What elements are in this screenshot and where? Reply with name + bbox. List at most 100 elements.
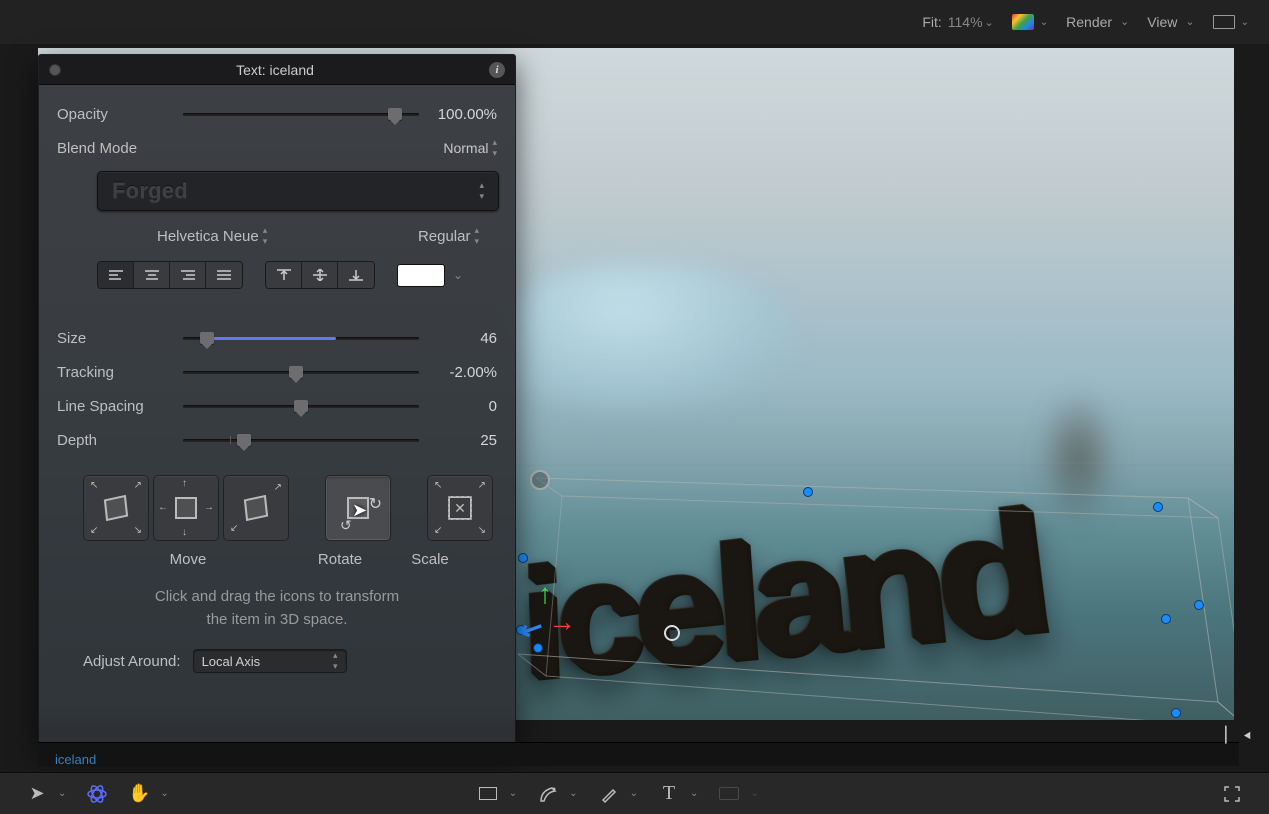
pen-tool[interactable] xyxy=(535,781,561,807)
text-color-swatch[interactable] xyxy=(397,264,445,287)
rectangle-tool-menu[interactable]: ⌄ xyxy=(509,788,517,799)
arrow-tool-menu[interactable]: ⌄ xyxy=(58,788,66,799)
move-label: Move xyxy=(83,551,293,568)
stepper-icon: ▴▾ xyxy=(479,180,484,202)
valign-middle-icon xyxy=(312,269,328,281)
blend-label: Blend Mode xyxy=(57,140,183,157)
align-left-button[interactable] xyxy=(98,262,134,288)
hand-tool-menu[interactable]: ⌄ xyxy=(160,788,168,799)
mask-tool-menu-disabled: ⌄ xyxy=(750,788,758,799)
background-iceberg xyxy=(508,263,798,413)
cursor-icon: ➤ xyxy=(352,500,367,521)
background-rock xyxy=(1038,388,1118,528)
corner-handle[interactable] xyxy=(530,470,550,490)
opacity-row: Opacity 100.00% xyxy=(57,97,497,131)
edge-handle[interactable] xyxy=(1194,600,1204,610)
move-xy-icon xyxy=(104,495,128,521)
fullscreen-button[interactable] xyxy=(1219,781,1245,807)
depth-row: Depth 25 xyxy=(57,423,497,457)
brush-icon xyxy=(599,784,619,804)
text-tool-menu[interactable]: ⌄ xyxy=(690,788,698,799)
font-weight: Regular xyxy=(418,228,471,245)
scale-label: Scale xyxy=(387,551,473,568)
valign-bottom-icon xyxy=(348,269,364,281)
move-xy-button[interactable]: ↖↗ ↙↘ xyxy=(83,475,149,541)
move-xyz-button[interactable]: ↑ ←→ ↓ xyxy=(153,475,219,541)
horizontal-align-group xyxy=(97,261,243,289)
rotate-label: Rotate xyxy=(293,551,387,568)
align-right-icon xyxy=(180,269,196,281)
move-xyz-icon xyxy=(175,497,197,519)
close-button[interactable] xyxy=(49,64,61,76)
brush-tool-menu[interactable]: ⌄ xyxy=(630,788,638,799)
hud-titlebar[interactable]: Text: iceland i xyxy=(39,55,515,85)
arrow-tool[interactable]: ➤ xyxy=(24,781,50,807)
text-tool[interactable]: T xyxy=(656,781,682,807)
adjust-around-select[interactable]: Local Axis ▴▾ xyxy=(193,649,347,673)
info-icon[interactable]: i xyxy=(489,62,505,78)
hud-title: Text: iceland xyxy=(61,62,489,78)
font-name: Helvetica Neue xyxy=(157,228,259,245)
color-channel-button[interactable]: ⌄ xyxy=(1012,14,1048,30)
size-label: Size xyxy=(57,330,183,347)
color-disclosure-icon[interactable]: ⌄ xyxy=(453,268,463,282)
blend-mode-row: Blend Mode Normal ▴▾ xyxy=(57,131,497,165)
rectangle-tool[interactable] xyxy=(475,781,501,807)
brush-tool[interactable] xyxy=(596,781,622,807)
opacity-slider[interactable] xyxy=(183,104,419,124)
edge-handle[interactable] xyxy=(803,487,813,497)
edge-handle[interactable] xyxy=(1161,614,1171,624)
size-slider[interactable] xyxy=(183,328,419,348)
hand-tool[interactable]: ✋ xyxy=(126,781,152,807)
fit-zoom-control[interactable]: Fit: 114% xyxy=(922,14,993,30)
align-center-button[interactable] xyxy=(134,262,170,288)
pen-icon xyxy=(538,784,558,804)
scale-icon: ✕ xyxy=(448,496,472,520)
line-spacing-row: Line Spacing 0 xyxy=(57,389,497,423)
tracking-slider[interactable] xyxy=(183,362,419,382)
line-spacing-slider[interactable] xyxy=(183,396,419,416)
adjust-around-label: Adjust Around: xyxy=(83,653,181,670)
font-weight-select[interactable]: Regular ▴▾ xyxy=(418,225,479,247)
size-row: Size 46 xyxy=(57,321,497,355)
pen-tool-menu[interactable]: ⌄ xyxy=(569,788,577,799)
timeline-clip-name[interactable]: iceland xyxy=(55,752,96,767)
rotate-button[interactable]: ↻ ↺ ➤ xyxy=(325,475,391,541)
scale-button[interactable]: ✕ ↖↗ ↙↘ xyxy=(427,475,493,541)
view-layout-button[interactable]: ⌄ xyxy=(1213,15,1249,29)
rectangle-icon xyxy=(479,787,497,800)
text-3d-object[interactable]: iceland iceland xyxy=(517,472,1047,711)
line-spacing-label: Line Spacing xyxy=(57,398,183,415)
tracking-value: -2.00% xyxy=(419,364,497,381)
depth-slider[interactable] xyxy=(183,430,419,450)
bottom-toolbar: ➤ ⌄ ✋ ⌄ ⌄ ⌄ ⌄ T ⌄ ⌄ xyxy=(0,772,1269,814)
mask-tool-disabled xyxy=(716,781,742,807)
align-right-button[interactable] xyxy=(170,262,206,288)
viewer-toolbar: Fit: 114% ⌄ Render View ⌄ xyxy=(0,0,1269,44)
depth-value: 25 xyxy=(419,432,497,449)
align-justify-button[interactable] xyxy=(206,262,242,288)
blend-mode-select[interactable]: Normal ▴▾ xyxy=(443,137,497,159)
fullscreen-icon xyxy=(1222,784,1242,804)
view-menu[interactable]: View xyxy=(1147,14,1194,30)
edge-handle[interactable] xyxy=(1153,502,1163,512)
valign-bottom-button[interactable] xyxy=(338,262,374,288)
valign-top-button[interactable] xyxy=(266,262,302,288)
edge-handle[interactable] xyxy=(518,553,528,563)
align-left-icon xyxy=(108,269,124,281)
playhead-icon[interactable]: ⎸◂ xyxy=(1225,724,1251,745)
move-z-icon xyxy=(244,495,268,521)
vertical-align-group xyxy=(265,261,375,289)
valign-middle-button[interactable] xyxy=(302,262,338,288)
adjust-around-value: Local Axis xyxy=(202,654,261,669)
line-spacing-value: 0 xyxy=(419,398,497,415)
edge-handle[interactable] xyxy=(1171,708,1181,718)
3d-transform-tool[interactable] xyxy=(84,781,110,807)
move-z-button[interactable]: ↗ ↙ xyxy=(223,475,289,541)
text-preset-select[interactable]: Forged ▴▾ xyxy=(97,171,499,211)
anchor-point[interactable] xyxy=(664,625,680,641)
fit-label: Fit: xyxy=(922,14,941,30)
mini-timeline[interactable] xyxy=(38,742,1239,766)
font-select[interactable]: Helvetica Neue ▴▾ xyxy=(157,225,267,247)
render-menu[interactable]: Render xyxy=(1066,14,1129,30)
